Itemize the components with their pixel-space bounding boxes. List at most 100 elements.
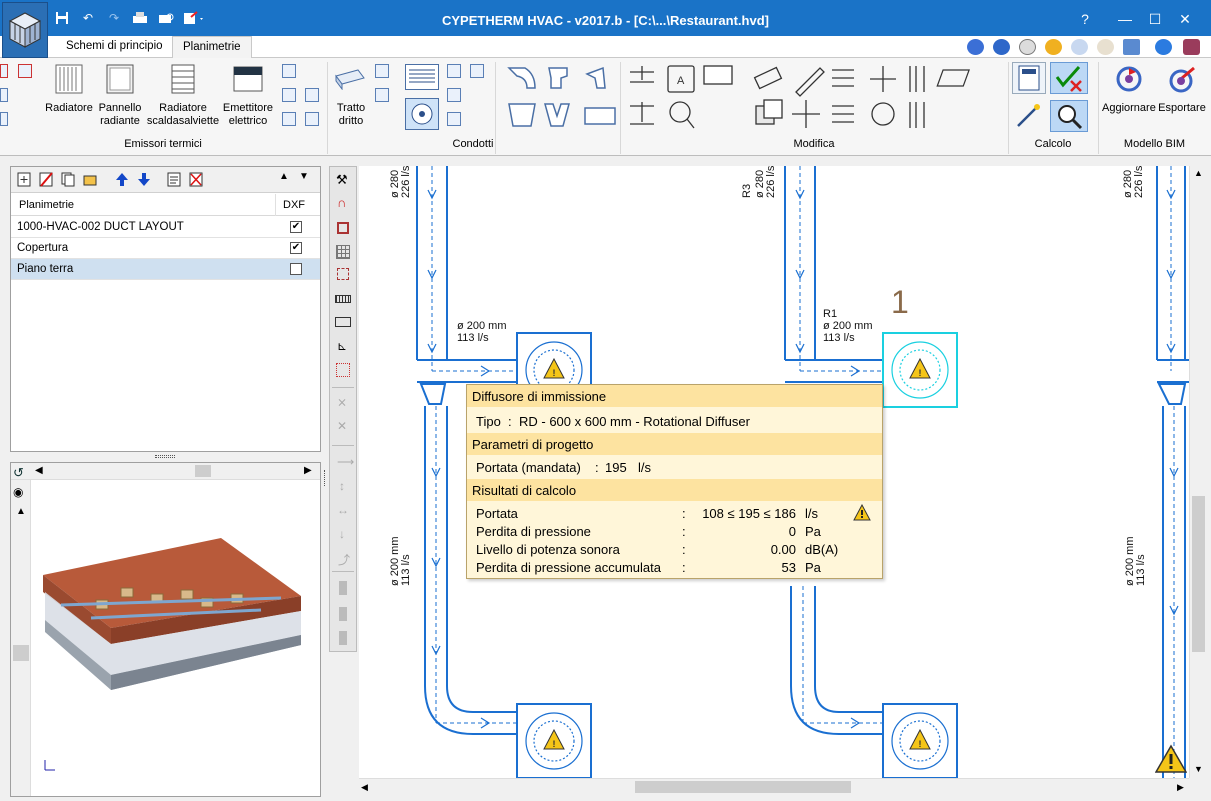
scroll-thumb[interactable] [635, 781, 851, 793]
column-divider [275, 194, 276, 216]
app-logo-icon[interactable] [2, 2, 48, 58]
calculator-icon[interactable] [1012, 62, 1046, 94]
paste-icon[interactable] [447, 112, 461, 126]
move-right-icon[interactable]: ⟶ [337, 455, 354, 469]
snap-icon[interactable] [337, 268, 349, 280]
move-down-icon[interactable] [137, 172, 151, 187]
warning-icon[interactable] [1155, 744, 1187, 774]
viewer-hscroll[interactable]: ◀ ▶ [11, 463, 320, 480]
trim-icon[interactable]: ⨯ [337, 395, 347, 409]
dxf-checkbox[interactable] [290, 263, 302, 275]
check-errors-icon[interactable] [1050, 62, 1088, 94]
paste-icon[interactable] [282, 112, 296, 126]
tooltip-portata-mandata-value: 195 [605, 460, 627, 475]
rectangle-icon[interactable] [337, 222, 349, 234]
viewer-vscroll[interactable]: ▲ [11, 480, 31, 796]
splitter-handle[interactable] [324, 470, 327, 486]
rotate-icon[interactable]: ↺ [13, 465, 24, 481]
globe-icon[interactable] [1155, 39, 1172, 55]
scroll-right-icon[interactable]: ▶ [304, 465, 312, 476]
magnet-snap-icon[interactable]: ∩ [337, 195, 346, 210]
tool-icon[interactable] [0, 64, 8, 78]
collapse-up-icon[interactable]: ▲ [279, 171, 289, 182]
canvas-hscroll[interactable]: ◀ ▶ [359, 778, 1189, 795]
settings-icon[interactable] [447, 64, 461, 78]
scroll-up-icon[interactable]: ▲ [1194, 168, 1203, 178]
zoom-search-icon[interactable] [1050, 100, 1088, 132]
dxf-icon[interactable] [167, 172, 181, 187]
scroll-up-icon[interactable]: ▲ [16, 506, 26, 517]
copy-icon[interactable] [447, 88, 461, 102]
rotate-view-icon[interactable] [967, 39, 984, 55]
window-view-icon[interactable] [1123, 39, 1140, 55]
collapse-down-icon[interactable]: ▼ [299, 171, 309, 182]
keyboard-icon[interactable] [335, 295, 351, 303]
dxf-delete-icon[interactable] [189, 172, 203, 187]
rotate-tool-icon[interactable]: ⤴ [338, 551, 350, 568]
dxf-checkbox[interactable]: ✔ [290, 242, 302, 254]
eye-icon[interactable]: ◉ [13, 485, 23, 499]
3d-viewer[interactable]: ◀ ▶ ▲ ↺ ◉ [10, 462, 321, 797]
scroll-down-icon[interactable]: ▼ [1194, 764, 1203, 774]
tab-schemi-di-principio[interactable]: Schemi di principio [56, 36, 173, 58]
delete-icon[interactable] [39, 172, 53, 187]
scroll-thumb[interactable] [195, 465, 211, 477]
copy-icon[interactable] [61, 172, 75, 187]
move-down-icon[interactable]: ↓ [339, 527, 345, 541]
extend-icon[interactable]: ✕ [337, 419, 347, 433]
tools-icon[interactable]: ⚒ [336, 172, 348, 188]
table-row[interactable]: Copertura ✔ [11, 238, 320, 259]
zoom-2x-icon[interactable] [1019, 39, 1036, 55]
scroll-left-icon[interactable]: ◀ [35, 465, 43, 476]
result-label: Livello di potenza sonora [476, 542, 620, 557]
refresh-view-icon[interactable] [1045, 39, 1062, 55]
table-row-selected[interactable]: Piano terra [11, 259, 320, 280]
move-vertical-icon[interactable]: ↕ [339, 479, 345, 493]
magic-wand-icon[interactable] [1012, 100, 1046, 132]
table-row[interactable]: 1000-HVAC-002 DUCT LAYOUT ✔ [11, 217, 320, 238]
fittings-icons[interactable] [505, 64, 625, 136]
help-button[interactable]: ? [1070, 8, 1100, 30]
scroll-thumb[interactable] [1192, 496, 1205, 652]
copy-icon[interactable] [282, 88, 296, 102]
copy-icon[interactable] [375, 88, 389, 102]
help-book-icon[interactable] [1183, 39, 1200, 55]
tool-icon[interactable] [0, 112, 8, 126]
list-icon[interactable] [305, 112, 319, 126]
rotational-diffuser-icon[interactable] [405, 98, 439, 130]
scroll-thumb[interactable] [13, 645, 29, 661]
move-horizontal-icon[interactable]: ↔ [337, 503, 349, 517]
align-icon[interactable] [339, 607, 347, 621]
minimize-button[interactable]: — [1110, 8, 1140, 30]
align-icon[interactable] [339, 631, 347, 645]
zoom-window-icon[interactable] [1071, 39, 1088, 55]
angle-icon[interactable]: ⊾ [337, 339, 347, 353]
scroll-left-icon[interactable]: ◀ [361, 782, 368, 793]
canvas-vscroll[interactable]: ▲ ▼ [1189, 166, 1206, 778]
dimension-icon[interactable] [335, 317, 351, 327]
add-icon[interactable] [17, 172, 31, 187]
pan-hand-icon[interactable] [1097, 39, 1114, 55]
grid-icon[interactable] [336, 245, 350, 259]
settings-icon[interactable] [375, 64, 389, 78]
align-icon[interactable] [339, 581, 347, 595]
splitter-handle[interactable] [155, 455, 175, 458]
settings-icon[interactable] [282, 64, 296, 78]
result-label: Portata [476, 506, 518, 521]
close-button[interactable]: ✕ [1170, 8, 1200, 30]
pan-all-icon[interactable] [993, 39, 1010, 55]
dxf-checkbox[interactable]: ✔ [290, 221, 302, 233]
properties-icon[interactable] [470, 64, 484, 78]
scroll-right-icon[interactable]: ▶ [1177, 782, 1184, 793]
tool-icon[interactable] [0, 88, 8, 102]
move-up-icon[interactable] [115, 172, 129, 187]
modifica-tools[interactable]: A [626, 62, 996, 136]
open-folder-icon[interactable] [83, 172, 97, 187]
rectangular-grille-icon[interactable] [405, 64, 439, 90]
tab-planimetrie[interactable]: Planimetrie [172, 36, 252, 59]
layers-icon[interactable] [336, 363, 350, 377]
result-label: Perdita di pressione [476, 524, 591, 539]
tool-icon[interactable] [18, 64, 32, 78]
maximize-button[interactable]: ☐ [1140, 8, 1170, 30]
properties-icon[interactable] [305, 88, 319, 102]
